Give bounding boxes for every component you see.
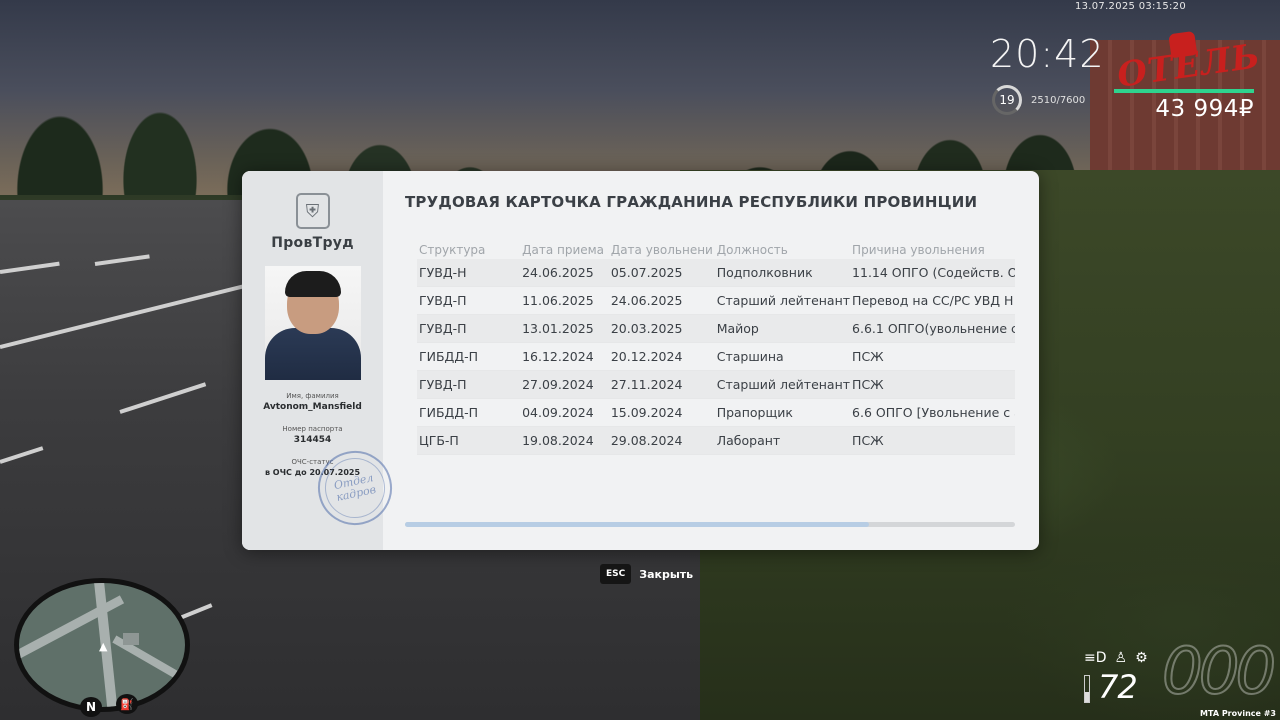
table-row: ГУВД-П 13.01.2025 20.03.2025 Майор 6.6.1… bbox=[417, 314, 1015, 343]
name-value: Avtonom_Mansfield bbox=[263, 402, 362, 412]
citizen-photo bbox=[264, 266, 361, 380]
speedometer-display: 000 bbox=[1161, 634, 1277, 710]
table-cell: ГУВД-П bbox=[417, 286, 521, 315]
fuel-gauge bbox=[1084, 675, 1090, 703]
table-cell: 20.03.2025 bbox=[608, 314, 715, 343]
health-bar bbox=[1114, 89, 1254, 93]
table-header-row: Структура Дата приема Дата увольнени Дол… bbox=[417, 243, 1015, 259]
table-cell: ЦГБ-П bbox=[417, 426, 521, 455]
column-header: Причина увольнения bbox=[852, 243, 985, 257]
table-cell: ПСЖ bbox=[850, 370, 1015, 399]
fist-icon bbox=[1168, 30, 1198, 59]
engine-icon: ⚙ bbox=[1135, 650, 1148, 666]
table-row: ГУВД-П 11.06.2025 24.06.2025 Старший лей… bbox=[417, 286, 1015, 315]
table-cell: 16.12.2024 bbox=[520, 342, 609, 371]
table-cell: 29.08.2024 bbox=[608, 426, 715, 455]
table-row: ГУВД-П 27.09.2024 27.11.2024 Старший лей… bbox=[417, 370, 1015, 399]
north-indicator: N bbox=[80, 697, 102, 717]
employment-table-viewport[interactable]: Структура Дата приема Дата увольнени Дол… bbox=[417, 243, 1015, 458]
game-clock: 20:42 bbox=[990, 32, 1105, 76]
level-ring-icon: 19 bbox=[992, 85, 1022, 115]
passport-label: Номер паспорта bbox=[282, 425, 343, 433]
labour-card-window: ⛨ ПровТруд Имя, фамилия Avtonom_Mansfiel… bbox=[242, 171, 1039, 550]
table-cell: 19.08.2024 bbox=[520, 426, 609, 455]
player-level: 19 bbox=[999, 93, 1015, 107]
employment-history: ТРУДОВАЯ КАРТОЧКА ГРАЖДАНИНА РЕСПУБЛИКИ … bbox=[383, 171, 1039, 550]
column-header: Должность bbox=[716, 243, 788, 257]
id-sidebar: ⛨ ПровТруд Имя, фамилия Avtonom_Mansfiel… bbox=[242, 171, 399, 550]
fuel-level bbox=[1085, 691, 1089, 702]
scrollbar-thumb[interactable] bbox=[405, 522, 869, 527]
table-row: ГУВД-Н 24.06.2025 05.07.2025 Подполковни… bbox=[417, 259, 1015, 287]
table-cell: 24.06.2025 bbox=[520, 259, 609, 287]
horizontal-scrollbar[interactable] bbox=[405, 522, 1015, 527]
table-cell: Подполковник bbox=[714, 259, 851, 287]
table-cell: 6.6.1 ОПГО(увольнение с пр bbox=[850, 314, 1015, 343]
table-cell: 27.09.2024 bbox=[520, 370, 609, 399]
esc-key[interactable]: ESC bbox=[600, 564, 632, 584]
table-cell: ПСЖ bbox=[850, 426, 1015, 455]
table-cell: Старший лейтенант bbox=[714, 370, 851, 399]
column-header: Дата приема bbox=[522, 243, 605, 257]
money-balance: 43 994₽ bbox=[1155, 96, 1254, 122]
photo-jacket bbox=[264, 328, 361, 380]
close-hint[interactable]: ESC Закрыть bbox=[600, 564, 693, 584]
table-cell: Перевод на СС/РС УВД Н bbox=[850, 286, 1015, 315]
minimap: ▲ bbox=[14, 578, 190, 712]
table-cell: 05.07.2025 bbox=[608, 259, 715, 287]
table-cell: Майор bbox=[714, 314, 851, 343]
table-cell: 6.6 ОПГО [Увольнение с акти bbox=[850, 398, 1015, 427]
table-cell: 15.09.2024 bbox=[608, 398, 715, 427]
speed-readout: 72 bbox=[1098, 668, 1138, 706]
column-header: Структура bbox=[419, 243, 486, 257]
passport-value: 314454 bbox=[293, 435, 332, 445]
photo-hat bbox=[284, 271, 341, 297]
gas-station-icon: ⛽ bbox=[116, 694, 138, 714]
headlights-icon: ≡D bbox=[1084, 650, 1107, 666]
table-cell: 11.14 ОПГО (Содейств. ОПГ) bbox=[850, 259, 1015, 287]
table-cell: 13.01.2025 bbox=[520, 314, 609, 343]
table-row: ГИБДД-П 16.12.2024 20.12.2024 Старшина П… bbox=[417, 342, 1015, 371]
table-cell: ГИБДД-П bbox=[417, 342, 521, 371]
table-cell: ГИБДД-П bbox=[417, 398, 521, 427]
table-row: ЦГБ-П 19.08.2024 29.08.2024 Лаборант ПСЖ bbox=[417, 426, 1015, 455]
table-cell: 24.06.2025 bbox=[608, 286, 715, 315]
player-arrow-icon: ▲ bbox=[99, 640, 108, 653]
table-cell: 20.12.2024 bbox=[608, 342, 715, 371]
close-label[interactable]: Закрыть bbox=[639, 568, 693, 581]
table-cell: 04.09.2024 bbox=[520, 398, 609, 427]
server-name: MTA Province #3 bbox=[1200, 709, 1276, 718]
stamp-line-1: Отдел bbox=[332, 471, 375, 493]
stamp-line-2: кадров bbox=[335, 482, 378, 504]
table-cell: Лаборант bbox=[714, 426, 851, 455]
column-header: Дата увольнени bbox=[610, 243, 713, 257]
server-datetime: 13.07.2025 03:15:20 bbox=[1074, 1, 1186, 12]
table-cell: Старший лейтенант bbox=[714, 286, 851, 315]
card-title: ТРУДОВАЯ КАРТОЧКА ГРАЖДАНИНА РЕСПУБЛИКИ … bbox=[405, 193, 978, 211]
table-cell: ГУВД-П bbox=[417, 370, 521, 399]
table-row: ГИБДД-П 04.09.2024 15.09.2024 Прапорщик … bbox=[417, 398, 1015, 427]
table-cell: Прапорщик bbox=[714, 398, 851, 427]
name-label: Имя, фамилия bbox=[286, 392, 339, 400]
seatbelt-icon: ♙ bbox=[1114, 650, 1128, 666]
minimap-building bbox=[123, 633, 139, 645]
table-cell: ГУВД-Н bbox=[417, 259, 521, 287]
table-cell: 11.06.2025 bbox=[520, 286, 609, 315]
coat-of-arms-icon: ⛨ bbox=[295, 193, 330, 229]
experience-counter: 2510/7600 bbox=[1031, 95, 1086, 106]
table-cell: Старшина bbox=[714, 342, 851, 371]
table-cell: ГУВД-П bbox=[417, 314, 521, 343]
vehicle-status-icons: ≡D ♙ ⚙ bbox=[1084, 650, 1148, 666]
table-cell: 27.11.2024 bbox=[608, 370, 715, 399]
table-cell: ПСЖ bbox=[850, 342, 1015, 371]
ministry-name: ПровТруд bbox=[271, 235, 354, 251]
employment-table: Структура Дата приема Дата увольнени Дол… bbox=[417, 243, 1015, 455]
